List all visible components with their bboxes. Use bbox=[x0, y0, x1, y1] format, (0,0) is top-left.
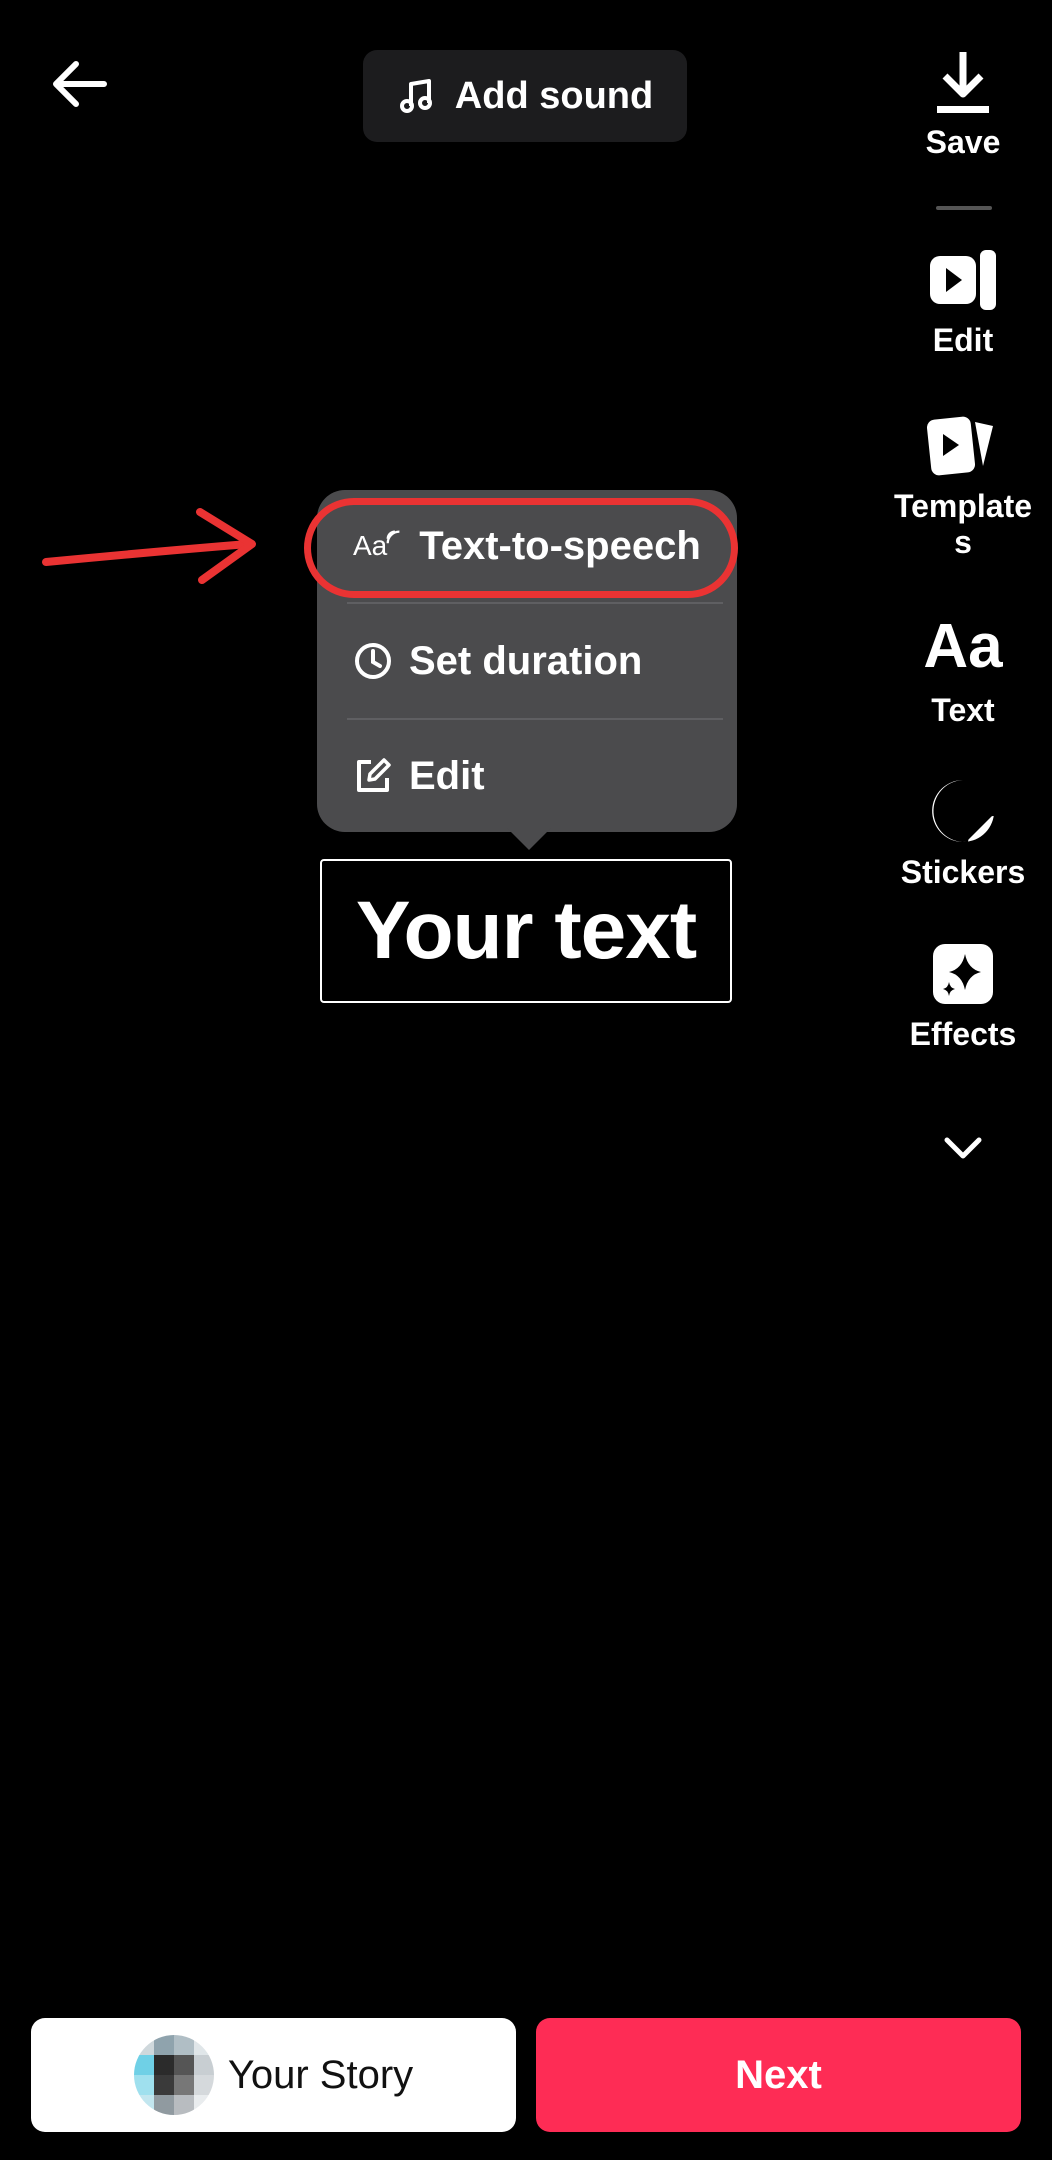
menu-pointer bbox=[507, 828, 551, 850]
avatar bbox=[133, 2035, 214, 2115]
rail-more[interactable] bbox=[870, 1136, 1052, 1160]
rail-stickers-label: Stickers bbox=[900, 854, 1026, 890]
rail-stickers[interactable]: Stickers bbox=[870, 778, 1052, 890]
sparkle-effects-icon bbox=[933, 944, 993, 1004]
rail-effects-label: Effects bbox=[909, 1016, 1017, 1052]
rail-edit[interactable]: Edit bbox=[870, 248, 1052, 358]
rail-effects[interactable]: Effects bbox=[870, 942, 1052, 1052]
rail-divider bbox=[936, 206, 992, 210]
your-story-button[interactable]: Your Story bbox=[31, 2018, 516, 2132]
text-aa-icon: Aa bbox=[923, 612, 1003, 681]
back-button[interactable] bbox=[48, 52, 112, 116]
clock-icon bbox=[355, 643, 391, 679]
music-note-icon bbox=[399, 79, 432, 113]
templates-icon bbox=[927, 416, 993, 476]
rail-text[interactable]: Aa Text bbox=[870, 612, 1052, 728]
rail-save[interactable]: Save bbox=[870, 48, 1052, 160]
next-button[interactable]: Next bbox=[536, 2018, 1021, 2132]
add-sound-label: Add sound bbox=[454, 74, 654, 117]
rail-edit-label: Edit bbox=[932, 322, 994, 358]
text-overlay[interactable]: Your text bbox=[320, 859, 732, 1003]
menu-item-label: Set duration bbox=[409, 638, 643, 683]
rail-templates-label: Template s bbox=[893, 488, 1033, 560]
rail-save-label: Save bbox=[925, 124, 1001, 160]
annotation-arrow-icon bbox=[42, 508, 256, 584]
rail-text-label: Text bbox=[931, 692, 995, 728]
sticker-icon bbox=[932, 780, 995, 843]
edit-clip-icon bbox=[930, 250, 996, 310]
menu-item-set-duration[interactable]: Set duration bbox=[317, 605, 737, 717]
menu-item-label: Edit bbox=[409, 753, 485, 798]
chevron-down-icon bbox=[944, 1137, 982, 1159]
your-story-label: Your Story bbox=[227, 2052, 414, 2097]
menu-item-edit[interactable]: Edit bbox=[317, 720, 737, 832]
add-sound-button[interactable]: Add sound bbox=[363, 50, 687, 142]
rail-templates[interactable]: Template s bbox=[870, 412, 1052, 560]
annotation-highlight-circle bbox=[304, 498, 738, 598]
menu-divider bbox=[347, 602, 723, 604]
download-icon bbox=[937, 52, 989, 113]
edit-square-icon bbox=[357, 758, 391, 792]
arrow-left-icon bbox=[53, 61, 107, 107]
